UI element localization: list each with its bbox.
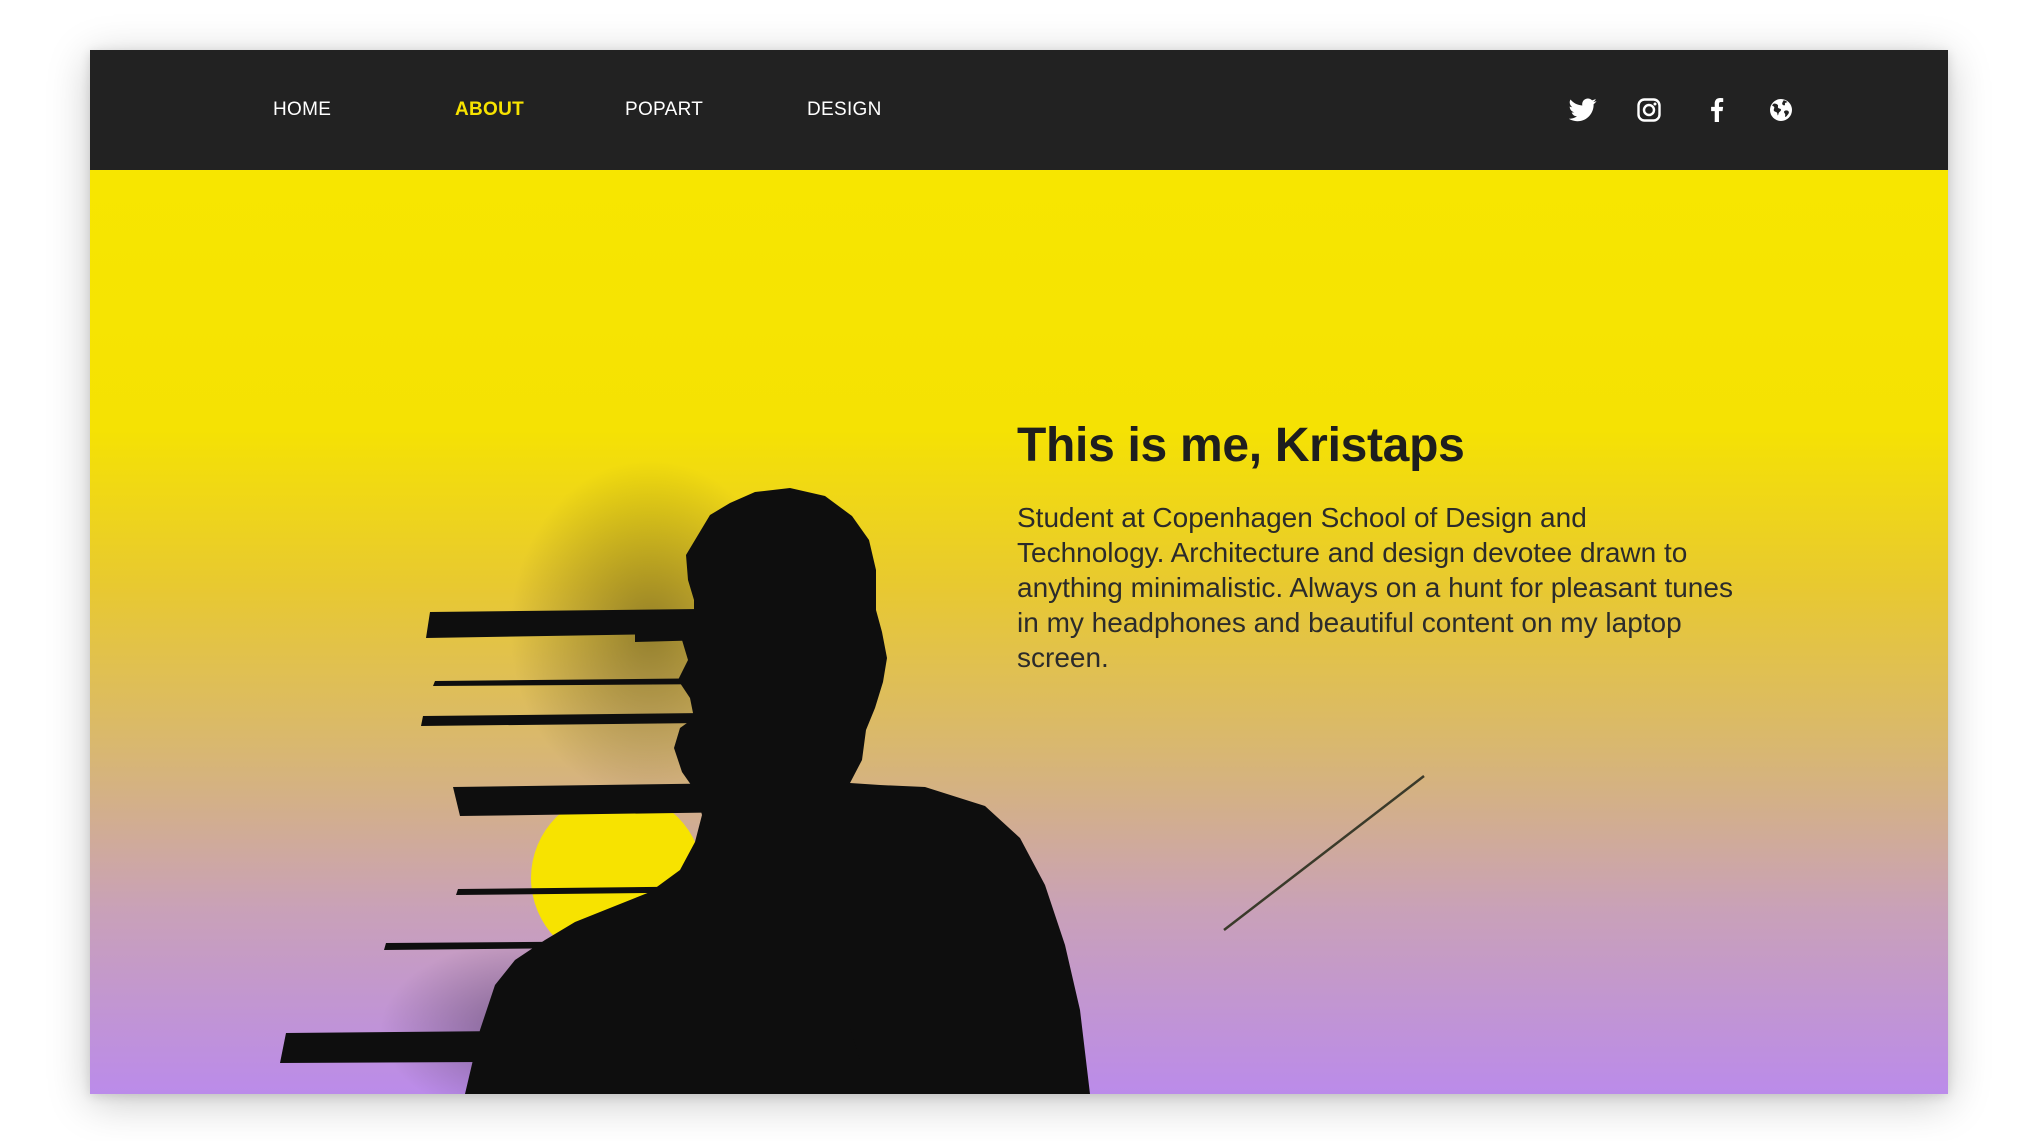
top-navbar: HOME ABOUT POPART DESIGN	[90, 50, 1948, 170]
instagram-icon[interactable]	[1631, 92, 1667, 128]
nav-popart[interactable]: POPART	[625, 50, 703, 170]
globe-icon[interactable]	[1763, 92, 1799, 128]
twitter-icon[interactable]	[1565, 92, 1601, 128]
bio-text: Student at Copenhagen School of Design a…	[1017, 502, 1733, 673]
hero-section: This is me, Kristaps Student at Copenhag…	[90, 170, 1948, 1094]
nav-home[interactable]: HOME	[273, 50, 331, 170]
page-title: This is me, Kristaps	[1017, 419, 1465, 472]
nav-about[interactable]: ABOUT	[455, 50, 524, 170]
browser-viewport: HOME ABOUT POPART DESIGN This is me, Kri…	[90, 50, 1948, 1094]
nav-design[interactable]: DESIGN	[807, 50, 882, 170]
facebook-icon[interactable]	[1699, 92, 1735, 128]
